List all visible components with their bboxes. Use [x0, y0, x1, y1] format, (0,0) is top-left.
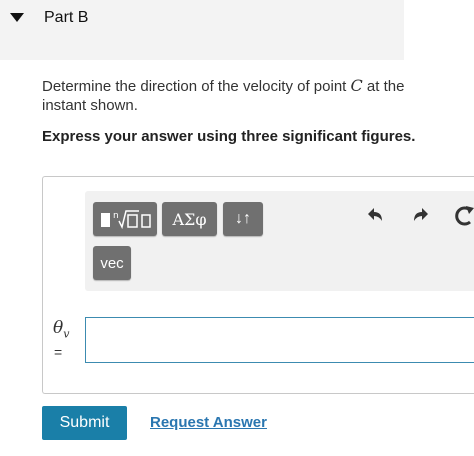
templates-icon: n	[101, 210, 151, 230]
greek-symbols-button[interactable]: ΑΣφ	[162, 202, 217, 236]
point-variable: C	[350, 76, 363, 95]
answer-input[interactable]	[85, 317, 474, 363]
theta-symbol: θ	[53, 318, 64, 338]
request-answer-link[interactable]: Request Answer	[150, 414, 267, 431]
part-header[interactable]: Part B	[0, 0, 404, 60]
templates-button[interactable]: n	[93, 202, 157, 236]
vector-button[interactable]: vec	[93, 246, 131, 280]
redo-icon	[414, 208, 428, 221]
prompt-text-before: Determine the direction of the velocity …	[42, 78, 351, 95]
question-prompt: Determine the direction of the velocity …	[42, 76, 422, 115]
reset-button[interactable]	[454, 204, 474, 228]
undo-button[interactable]	[364, 204, 386, 226]
theta-subscript: v	[63, 327, 70, 341]
part-title: Part B	[44, 9, 89, 26]
svg-text:n: n	[113, 211, 119, 221]
subscript-superscript-button[interactable]: ↓↑	[223, 202, 263, 236]
redo-button[interactable]	[410, 204, 432, 226]
equals-sign: =	[54, 344, 63, 360]
answer-variable-label: θv	[53, 318, 69, 340]
answer-instruction: Express your answer using three signific…	[42, 128, 416, 145]
reset-icon	[455, 206, 474, 226]
undo-icon	[368, 208, 382, 221]
submit-button[interactable]: Submit	[42, 406, 127, 440]
collapse-caret-icon[interactable]	[10, 13, 24, 23]
